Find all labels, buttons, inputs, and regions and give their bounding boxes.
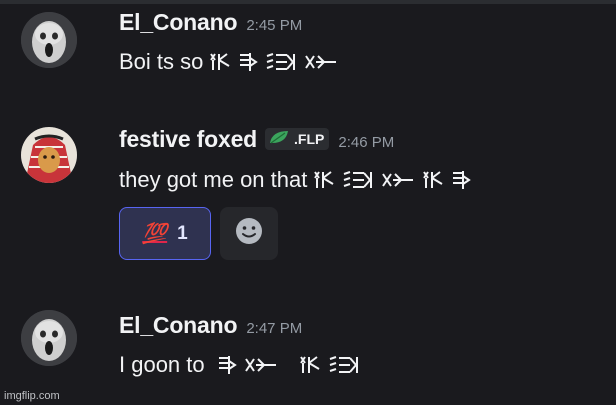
message-text: Boi ts so xyxy=(119,49,204,74)
glyph-c-icon xyxy=(265,52,297,72)
message-content: Boi ts so xyxy=(119,47,338,77)
glyph-b-icon xyxy=(451,170,472,190)
message-content: I goon to xyxy=(119,350,360,380)
glyph-d-icon xyxy=(381,170,415,190)
glyph-run xyxy=(209,52,338,72)
glyph-b-icon xyxy=(238,52,259,72)
message-text: I goon to xyxy=(119,352,205,377)
glyph-a-icon xyxy=(209,52,231,72)
top-border xyxy=(0,0,616,4)
watermark: imgflip.com xyxy=(4,390,60,402)
glyph-a-icon xyxy=(313,170,335,190)
message-header: festive foxed .FLP 2:46 PM xyxy=(119,126,394,152)
glyph-c-icon xyxy=(342,170,374,190)
message-text: they got me on that xyxy=(119,167,308,192)
hundred-points-icon: 💯 xyxy=(142,223,168,245)
reaction-100[interactable]: 💯 1 xyxy=(119,207,211,260)
timestamp[interactable]: 2:46 PM xyxy=(338,134,394,151)
glyph-a-icon xyxy=(299,355,321,375)
leaf-icon xyxy=(268,129,290,150)
timestamp[interactable]: 2:45 PM xyxy=(246,17,302,34)
smiley-icon xyxy=(234,216,264,251)
glyph-d-icon xyxy=(304,52,338,72)
glyph-a-icon xyxy=(422,170,444,190)
timestamp[interactable]: 2:47 PM xyxy=(246,320,302,337)
username[interactable]: festive foxed xyxy=(119,126,257,153)
server-tag[interactable]: .FLP xyxy=(265,128,330,150)
reactions-bar: 💯 1 xyxy=(119,207,278,260)
glyph-d-icon xyxy=(244,355,278,375)
avatar[interactable] xyxy=(21,127,77,183)
add-reaction-button[interactable] xyxy=(220,207,278,260)
glyph-run xyxy=(217,355,360,375)
server-tag-text: .FLP xyxy=(294,131,325,147)
glyph-b-icon xyxy=(217,355,237,375)
username[interactable]: El_Conano xyxy=(119,312,238,339)
message-header: El_Conano 2:45 PM xyxy=(119,9,302,35)
avatar[interactable] xyxy=(21,12,77,68)
reaction-count: 1 xyxy=(177,222,188,244)
message-header: El_Conano 2:47 PM xyxy=(119,312,302,338)
username[interactable]: El_Conano xyxy=(119,9,238,36)
message-content: they got me on that xyxy=(119,165,472,195)
glyph-run xyxy=(313,170,472,190)
avatar[interactable] xyxy=(21,310,77,366)
glyph-c-icon xyxy=(328,355,360,375)
